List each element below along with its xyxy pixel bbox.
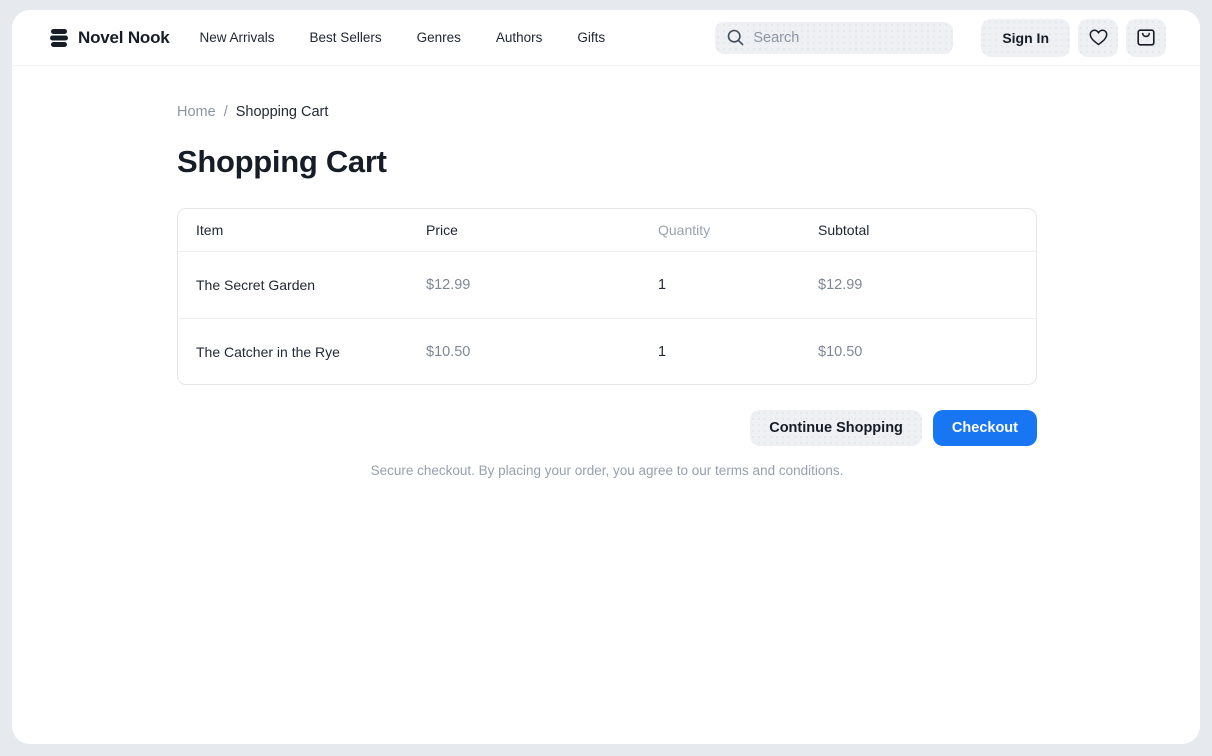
main-nav: New Arrivals Best Sellers Genres Authors… (200, 30, 606, 45)
header: Novel Nook New Arrivals Best Sellers Gen… (12, 10, 1200, 66)
header-right-group: Sign In (715, 19, 1166, 57)
cart-item-title: The Catcher in the Rye (196, 344, 426, 360)
continue-shopping-button[interactable]: Continue Shopping (750, 410, 922, 446)
book-stack-logo-icon (50, 28, 68, 48)
nav-item-authors[interactable]: Authors (496, 30, 543, 45)
cart-item-quantity: 1 (658, 344, 818, 360)
search-icon (727, 29, 744, 46)
column-header-item: Item (196, 222, 426, 238)
brand-logo-group[interactable]: Novel Nook (50, 28, 170, 48)
breadcrumb-current: Shopping Cart (236, 104, 329, 120)
cart-item-title: The Secret Garden (196, 277, 426, 293)
cart-table: Item Price Quantity Subtotal The Secret … (177, 208, 1037, 385)
breadcrumb-separator: / (224, 104, 228, 120)
breadcrumb-home-link[interactable]: Home (177, 104, 216, 120)
heart-icon (1089, 29, 1108, 46)
cart-item-subtotal: $12.99 (818, 277, 1018, 293)
cart-item-price: $10.50 (426, 344, 658, 360)
breadcrumb: Home / Shopping Cart (177, 104, 1037, 120)
nav-item-gifts[interactable]: Gifts (577, 30, 605, 45)
search-input[interactable] (753, 30, 941, 46)
checkout-button[interactable]: Checkout (933, 410, 1037, 446)
cart-row-catcher-rye: The Catcher in the Rye $10.50 1 $10.50 (178, 318, 1036, 384)
cart-actions: Continue Shopping Checkout (177, 410, 1037, 446)
nav-item-genres[interactable]: Genres (417, 30, 461, 45)
column-header-price: Price (426, 222, 658, 238)
sign-in-button[interactable]: Sign In (981, 19, 1070, 57)
cart-item-price: $12.99 (426, 277, 658, 293)
cart-button[interactable] (1126, 19, 1166, 57)
column-header-subtotal: Subtotal (818, 222, 1018, 238)
nav-item-best-sellers[interactable]: Best Sellers (310, 30, 382, 45)
page-card: Novel Nook New Arrivals Best Sellers Gen… (12, 10, 1200, 744)
column-header-quantity: Quantity (658, 222, 818, 238)
cart-row-secret-garden: The Secret Garden $12.99 1 $12.99 (178, 252, 1036, 318)
cart-item-subtotal: $10.50 (818, 344, 1018, 360)
page-title: Shopping Cart (177, 144, 1037, 180)
cart-item-quantity: 1 (658, 277, 818, 293)
shopping-bag-icon (1137, 29, 1155, 46)
search-box[interactable] (715, 22, 953, 54)
cart-table-header-row: Item Price Quantity Subtotal (178, 209, 1036, 252)
wishlist-button[interactable] (1078, 19, 1118, 57)
nav-item-new-arrivals[interactable]: New Arrivals (200, 30, 275, 45)
main-content: Home / Shopping Cart Shopping Cart Item … (12, 66, 1200, 478)
brand-name: Novel Nook (78, 28, 170, 48)
secure-checkout-note: Secure checkout. By placing your order, … (177, 463, 1037, 478)
